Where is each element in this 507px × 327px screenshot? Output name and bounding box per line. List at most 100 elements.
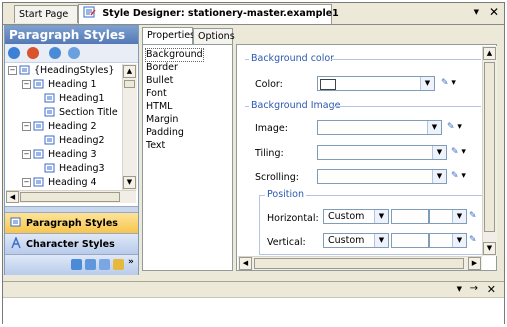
category-item[interactable]: Padding [146, 127, 184, 139]
eyedropper-icon: ✎ [469, 235, 477, 245]
chevron-down-icon[interactable]: ▼ [452, 234, 466, 247]
tree-item-label: Heading 3 [48, 149, 97, 160]
tab-style-designer[interactable]: Style Designer: stationery-master.exampl… [78, 4, 339, 24]
paragraph-style-icon [44, 162, 56, 173]
character-styles-button[interactable]: Character Styles [5, 233, 138, 254]
tab-options[interactable]: Options [193, 28, 235, 44]
chevron-down-icon[interactable]: ▼ [452, 210, 466, 223]
scroll-thumb[interactable] [254, 258, 464, 269]
delete-style-icon[interactable] [27, 47, 40, 59]
list-style-small-icon[interactable] [113, 259, 124, 270]
category-item[interactable]: Border [146, 62, 178, 74]
vertical-label: Vertical: [267, 237, 306, 248]
color-picker-button[interactable]: ✎ ▾ [441, 76, 463, 90]
chevron-down-icon[interactable]: ▼ [374, 210, 388, 223]
scroll-left-icon[interactable]: ◀ [6, 191, 19, 203]
apply-style-icon[interactable] [8, 47, 20, 59]
vertical-offset-input[interactable] [391, 233, 429, 248]
tree-item[interactable]: Heading2 [44, 134, 105, 148]
collapse-icon[interactable]: − [22, 150, 31, 159]
eyedropper-icon: ✎ [451, 171, 459, 181]
paragraph-style-small-icon[interactable] [71, 259, 82, 270]
panel-dropdown-icon[interactable]: ▼ [457, 285, 462, 293]
position-heading: Position [265, 189, 306, 200]
tree-item[interactable]: Heading3 [44, 162, 105, 176]
paragraph-styles-title: Paragraph Styles [5, 26, 138, 44]
scroll-up-icon[interactable]: ▲ [483, 47, 496, 60]
scroll-down-icon[interactable]: ▼ [483, 242, 496, 255]
horizontal-unit-dropdown[interactable]: ▼ [429, 209, 467, 224]
divider [245, 59, 249, 60]
vertical-picker-button[interactable]: ✎ [469, 233, 483, 247]
scrolling-dropdown[interactable]: ▼ [317, 169, 447, 184]
horizontal-picker-button[interactable]: ✎ [469, 209, 483, 223]
scroll-up-icon[interactable]: ▲ [123, 65, 136, 78]
category-item[interactable]: HTML [146, 101, 172, 113]
paragraph-styles-button[interactable]: Paragraph Styles [5, 212, 138, 233]
more-buttons-icon[interactable]: » [128, 257, 134, 267]
tab-list-dropdown-icon[interactable]: ▼ [474, 8, 479, 16]
tab-start-page[interactable]: Start Page [14, 5, 78, 23]
tree-item[interactable]: − Heading 2 [22, 120, 97, 134]
paragraph-styles-label: Paragraph Styles [26, 218, 118, 229]
tree-item-label: Heading 1 [48, 79, 97, 90]
collapse-icon[interactable]: − [22, 80, 31, 89]
chevron-down-icon[interactable]: ▼ [432, 170, 446, 183]
category-item[interactable]: Margin [146, 114, 178, 126]
properties-vertical-scrollbar[interactable]: ▲ ▼ [482, 46, 497, 256]
tree-horizontal-scrollbar[interactable]: ◀ [6, 190, 136, 203]
paragraph-style-icon [33, 176, 45, 187]
scroll-right-icon[interactable]: ▶ [468, 257, 481, 270]
table-style-small-icon[interactable] [99, 259, 110, 270]
tree-item[interactable]: − Heading 4 [22, 176, 97, 190]
tree-item[interactable]: Section Title [44, 106, 118, 120]
image-dropdown[interactable]: ▼ [317, 120, 442, 135]
tree-item-label: Heading1 [59, 93, 105, 104]
category-item[interactable]: Text [146, 140, 165, 152]
scrolling-picker-button[interactable]: ✎ ▾ [451, 169, 473, 183]
divider [245, 106, 249, 107]
tree-item[interactable]: Heading1 [44, 92, 105, 106]
tree-item[interactable]: − Heading 3 [22, 148, 97, 162]
tab-properties[interactable]: Properties [142, 27, 195, 44]
vertical-position-dropdown[interactable]: Custom ▼ [323, 233, 389, 248]
category-item[interactable]: Bullet [146, 75, 173, 87]
collapse-icon[interactable]: − [22, 178, 31, 187]
chevron-down-icon[interactable]: ▼ [427, 121, 441, 134]
left-panel-footer: » [5, 254, 138, 275]
scroll-left-icon[interactable]: ◀ [239, 257, 252, 270]
pin-icon[interactable]: → [470, 283, 478, 294]
bottom-panel-body [3, 297, 504, 324]
close-document-icon[interactable]: ✕ [489, 5, 499, 19]
tree-item[interactable]: − {HeadingStyles} [8, 64, 114, 78]
scroll-thumb[interactable] [124, 80, 135, 88]
new-style-icon[interactable] [49, 47, 62, 59]
collapse-icon[interactable]: − [8, 66, 17, 75]
close-panel-icon[interactable]: ✕ [487, 283, 496, 296]
scroll-down-icon[interactable]: ▼ [123, 176, 136, 189]
vertical-unit-dropdown[interactable]: ▼ [429, 233, 467, 248]
tiling-picker-button[interactable]: ✎ ▾ [451, 145, 473, 159]
properties-horizontal-scrollbar[interactable]: ◀ ▶ [238, 256, 482, 270]
chevron-down-icon[interactable]: ▼ [432, 146, 446, 159]
scroll-thumb[interactable] [20, 192, 120, 202]
paragraph-style-icon [33, 120, 45, 131]
tab-style-designer-label: Style Designer: stationery-master.exampl… [102, 8, 339, 19]
category-item[interactable]: Background [145, 48, 204, 62]
character-style-small-icon[interactable] [85, 259, 96, 270]
collapse-icon[interactable]: − [22, 122, 31, 131]
tree-item[interactable]: − Heading 1 [22, 78, 97, 92]
chevron-down-icon[interactable]: ▼ [420, 77, 434, 90]
category-item[interactable]: Font [146, 88, 167, 100]
image-label: Image: [255, 123, 288, 134]
edit-style-icon[interactable] [68, 47, 81, 59]
color-dropdown[interactable]: ▼ [317, 76, 435, 91]
chevron-down-icon[interactable]: ▼ [374, 234, 388, 247]
tree-vertical-scrollbar[interactable]: ▲ ▼ [122, 64, 137, 190]
image-picker-button[interactable]: ✎ ▾ [447, 120, 469, 134]
scroll-thumb[interactable] [484, 62, 495, 232]
tiling-dropdown[interactable]: ▼ [317, 145, 447, 160]
horizontal-position-dropdown[interactable]: Custom ▼ [323, 209, 389, 224]
horizontal-offset-input[interactable] [391, 209, 429, 224]
paragraph-style-icon [33, 78, 45, 89]
